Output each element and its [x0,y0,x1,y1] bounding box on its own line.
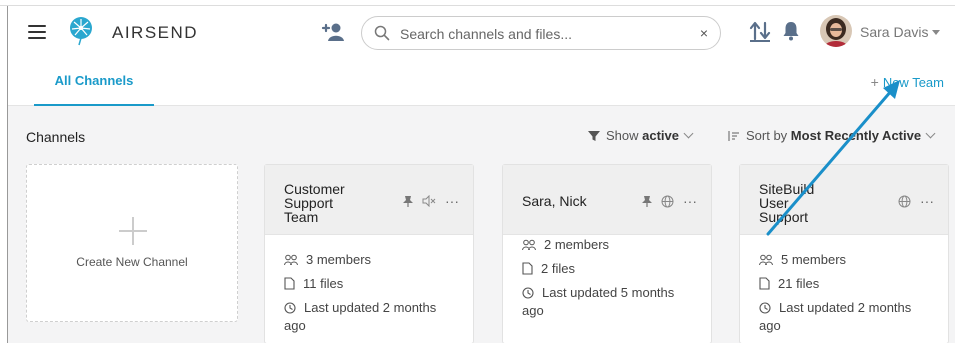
file-icon [284,277,295,290]
airsend-logo-icon [70,17,92,46]
last-updated: Last updated 2 months ago [284,300,437,333]
last-updated: Last updated 2 months ago [759,300,912,333]
clock-icon [284,302,296,314]
members-count: 5 members [759,251,846,269]
app-window: AIRSEND × [7,6,955,343]
channel-name: Customer Support Team [284,181,345,225]
filter-funnel-icon [588,131,600,141]
channel-card-header: SiteBuild User Support ··· [740,165,948,235]
members-icon [759,254,773,266]
members-count: 2 members [522,236,609,254]
channel-card-icons: ··· [403,194,459,208]
channel-name: SiteBuild User Support [759,181,815,225]
channel-card-icons: ··· [898,194,934,208]
brand-name: AIRSEND [112,23,199,42]
show-filter-dropdown[interactable]: Show active [588,128,694,143]
filter-prefix: Show [606,128,643,143]
channel-name: Sara, Nick [522,193,587,209]
new-team-button[interactable]: + New Team [871,74,944,90]
mute-icon[interactable] [422,195,436,207]
clear-search-icon[interactable]: × [700,25,708,41]
channel-card[interactable]: Customer Support Team ··· 3 members 11 f… [264,164,474,343]
plus-icon: + [870,74,879,90]
channel-card[interactable]: SiteBuild User Support ··· 5 members 21 … [739,164,949,343]
file-icon [759,277,770,290]
add-contact-icon[interactable] [320,20,346,44]
tab-all-channels[interactable]: All Channels [34,62,154,106]
clock-icon [759,302,771,314]
file-icon [522,262,533,275]
clock-icon [522,287,534,299]
plus-icon [119,217,147,245]
files-count: 21 files [759,275,819,293]
globe-icon[interactable] [898,195,911,208]
members-icon [522,239,536,251]
channels-panel: Channels Show active Sort by Most Recent… [8,106,955,343]
sort-lines-icon [728,131,739,141]
chevron-down-icon [932,30,941,35]
more-options-icon[interactable]: ··· [920,194,934,208]
search-icon [374,25,390,41]
pin-icon[interactable] [403,195,413,207]
search-bar: × [361,16,721,50]
channel-card[interactable]: Sara, Nick ··· 2 members 2 files Last up… [502,164,712,343]
last-updated: Last updated 5 months ago [522,285,675,318]
user-menu[interactable]: Sara Davis [860,24,941,40]
create-channel-card[interactable]: Create New Channel [26,164,238,322]
sort-prefix: Sort by [746,128,791,143]
search-input[interactable] [400,24,680,44]
members-count: 3 members [284,251,371,269]
chevron-down-icon [683,128,694,139]
tab-bar: All Channels + New Team [8,62,955,106]
sort-dropdown[interactable]: Sort by Most Recently Active [728,128,936,143]
members-icon [284,254,298,266]
globe-icon[interactable] [661,195,674,208]
filter-value: active [642,128,680,143]
section-title: Channels [26,129,86,145]
user-name: Sara Davis [860,24,929,40]
more-options-icon[interactable]: ··· [683,194,697,208]
user-avatar[interactable] [820,15,852,47]
more-options-icon[interactable]: ··· [445,194,459,208]
create-channel-label: Create New Channel [76,255,188,269]
channel-card-header: Sara, Nick ··· [503,165,711,235]
top-header: AIRSEND × [8,6,955,62]
menu-icon[interactable] [28,25,46,39]
channel-card-header: Customer Support Team ··· [265,165,473,235]
pin-icon[interactable] [642,195,652,207]
channel-card-icons: ··· [642,194,697,208]
sort-order-icon[interactable] [748,19,772,43]
notifications-bell-icon[interactable] [781,20,801,42]
sort-value: Most Recently Active [790,128,922,143]
new-team-label: New Team [882,75,944,90]
chevron-down-icon [925,128,936,139]
files-count: 11 files [284,275,343,293]
files-count: 2 files [522,260,575,278]
